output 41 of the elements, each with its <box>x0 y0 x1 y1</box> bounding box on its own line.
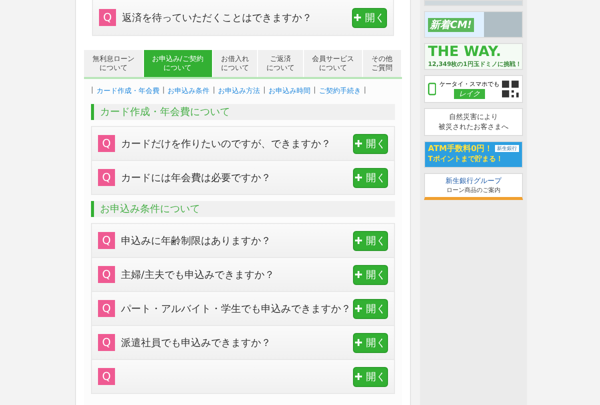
question-text: 返済を待っていただくことはできますか？ <box>122 12 313 24</box>
q-badge: Q <box>99 9 116 26</box>
q-badge: Q <box>98 232 115 249</box>
q-badge: Q <box>98 266 115 283</box>
banner-title: THE WAY. <box>428 44 502 60</box>
question-text: カードには年会費は必要ですか？ <box>121 172 272 184</box>
qr-code-icon <box>502 79 519 99</box>
q-badge: Q <box>98 300 115 317</box>
open-button[interactable]: 開く <box>353 134 388 154</box>
open-button[interactable]: 開く <box>353 168 388 188</box>
plus-icon <box>355 305 362 312</box>
plus-icon <box>355 271 362 278</box>
q-badge: Q <box>98 334 115 351</box>
open-button[interactable]: 開く <box>353 332 388 352</box>
banner-text: 新着CM! <box>428 18 474 32</box>
phone-icon <box>428 81 436 97</box>
section-heading: お申込み条件について <box>91 201 395 217</box>
photo-placeholder <box>484 12 522 37</box>
question-text: 派遣社員でも申込みできますか？ <box>121 336 272 350</box>
q-badge: Q <box>98 135 115 152</box>
open-button[interactable]: 開く <box>353 230 388 250</box>
open-button[interactable]: 開く <box>352 8 387 28</box>
plus-icon <box>355 237 362 244</box>
q-badge: Q <box>98 169 115 186</box>
question-text: パート・アルバイト・学生でも申込みできますか？ <box>121 302 352 316</box>
question-text: 主婦/主夫でも申込みできますか？ <box>121 268 276 282</box>
plus-icon <box>355 373 362 380</box>
banner-title: ATM手数料0円！ <box>428 143 493 154</box>
open-button[interactable]: 開く <box>353 298 388 318</box>
open-button[interactable]: 開く <box>353 264 388 284</box>
open-button[interactable]: 開く <box>353 366 388 386</box>
question-text: カードだけを作りたいのですが、できますか？ <box>121 138 332 150</box>
plus-icon <box>355 174 362 181</box>
section-heading: カード作成・年会費について <box>91 104 395 120</box>
q-badge: Q <box>98 368 115 385</box>
plus-icon <box>355 140 362 147</box>
cm-banner[interactable]: 新着CM! <box>424 11 523 38</box>
plus-icon <box>354 14 361 21</box>
photo-placeholder[interactable] <box>424 0 523 6</box>
question-text: 申込みに年齢制限はありますか？ <box>121 234 272 248</box>
plus-icon <box>355 339 362 346</box>
